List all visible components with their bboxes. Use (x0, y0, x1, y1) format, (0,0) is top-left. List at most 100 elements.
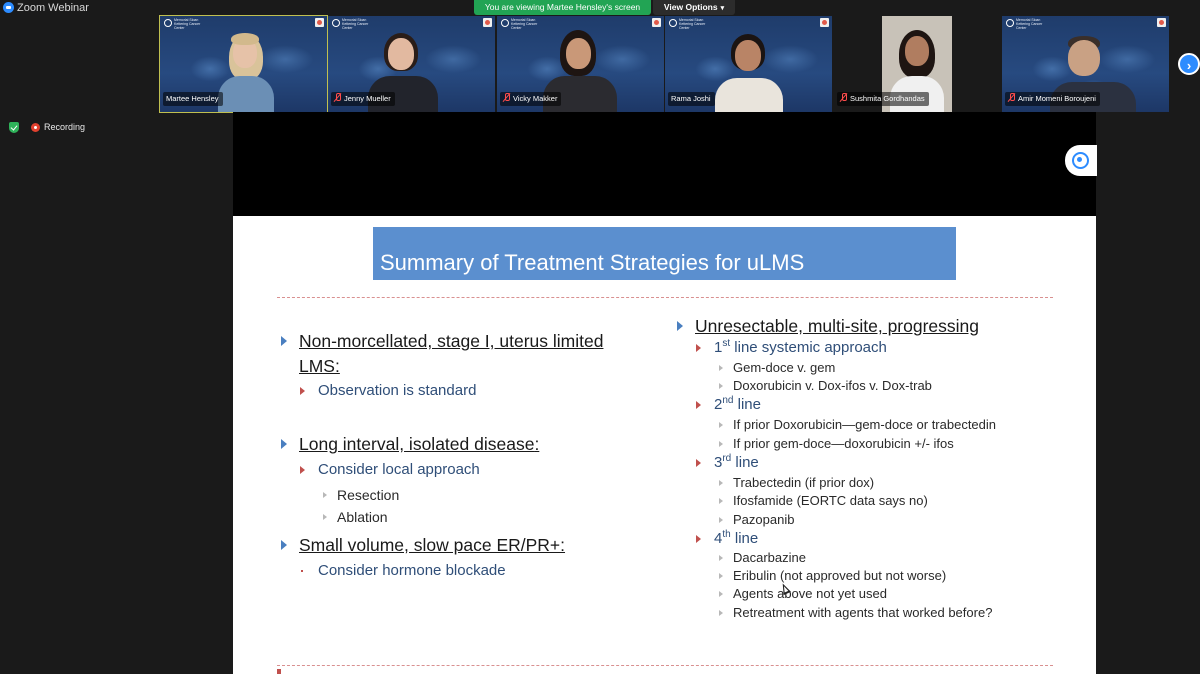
institution-logo-text: Memorial Sloan Kettering Cancer Center (679, 18, 706, 30)
bullet-arrow-icon (719, 591, 723, 597)
shared-screen-top (233, 112, 1096, 216)
participant-name: Vicky Makker (513, 94, 558, 103)
institution-logo-icon (1006, 19, 1014, 27)
item-retreatment: Retreatment with agents that worked befo… (719, 605, 992, 621)
bullet-arrow-icon (323, 514, 327, 520)
participant-name: Jenny Mueller (344, 94, 391, 103)
bullet-arrow-icon (719, 422, 723, 428)
screen-share-banner: You are viewing Martee Hensley's screen (474, 0, 651, 15)
sub-bullet-hormone-blockade: Consider hormone blockade (301, 562, 506, 580)
item-doxorubicin: Doxorubicin v. Dox-ifos v. Dox-trab (719, 378, 932, 394)
recording-label: Recording (44, 122, 86, 132)
bullet-arrow-icon (300, 387, 305, 395)
bullet-arrow-icon (677, 321, 683, 331)
item-prior-doxorubicin: If prior Doxorubicin—gem-doce or trabect… (719, 417, 996, 433)
video-tile-sushmita-gordhandas[interactable]: Sushmita Gordhandas (834, 16, 1001, 112)
sub-bullet-local-approach: Consider local approach (300, 461, 480, 479)
institution-logo-icon (501, 19, 509, 27)
bullet-dot-icon (301, 570, 303, 572)
institution-logo-text: Memorial Sloan Kettering Cancer Center (174, 18, 201, 30)
recording-icon (31, 123, 40, 132)
item-prior-gem-doce: If prior gem-doce—doxorubicin +/- ifos (719, 436, 954, 452)
bullet-arrow-icon (300, 466, 305, 474)
chevron-right-icon: › (1186, 58, 1192, 73)
bullet-arrow-icon (281, 439, 287, 449)
institution-logo-text: Memorial Sloan Kettering Cancer Center (511, 18, 538, 30)
shield-check-icon[interactable] (9, 122, 19, 133)
sub-bullet-observation: Observation is standard (300, 382, 476, 400)
view-options-button[interactable]: View Options ▾ (653, 0, 735, 15)
institution-logo-text: Memorial Sloan Kettering Cancer Center (1016, 18, 1043, 30)
video-tile-vicky-makker[interactable]: Memorial Sloan Kettering Cancer Center V… (497, 16, 664, 112)
item-ifosfamide: Ifosfamide (EORTC data says no) (719, 493, 928, 509)
institution-logo-icon (332, 19, 340, 27)
participant-name-tag: Rama Joshi (668, 92, 715, 106)
gallery-next-button[interactable]: › (1178, 53, 1200, 75)
participant-name: Martee Hensley (166, 94, 219, 103)
badge-icon (820, 18, 829, 27)
institution-logo-icon (164, 19, 172, 27)
annotate-float-button[interactable] (1065, 145, 1097, 176)
item-agents-not-used: Agents above not yet used (719, 586, 887, 602)
sub-bullet-fourth-line: 4th line (696, 530, 758, 548)
chevron-down-icon: ▾ (720, 5, 725, 12)
bullet-arrow-icon (281, 336, 287, 346)
slide-title: Summary of Treatment Strategies for uLMS (373, 227, 956, 280)
video-tile-jenny-mueller[interactable]: Memorial Sloan Kettering Cancer Center J… (328, 16, 495, 112)
bullet-arrow-icon (719, 441, 723, 447)
mic-muted-icon (334, 93, 341, 102)
zoom-logo-icon (3, 2, 14, 13)
participant-name: Sushmita Gordhandas (850, 94, 925, 103)
bullet-arrow-icon (696, 459, 701, 467)
sub-bullet-third-line: 3rd line (696, 454, 759, 472)
participant-name-tag: Vicky Makker (500, 92, 562, 106)
bullet-arrow-icon (719, 517, 723, 523)
institution-logo-text: Memorial Sloan Kettering Cancer Center (342, 18, 369, 30)
participant-name: Rama Joshi (671, 94, 711, 103)
participant-name: Amir Momeni Boroujeni (1018, 94, 1096, 103)
view-options-label: View Options (663, 2, 718, 12)
item-trabectedin: Trabectedin (if prior dox) (719, 475, 874, 491)
slide-divider-bottom (277, 665, 1053, 674)
sub-bullet-first-line: 1st line systemic approach (696, 339, 887, 357)
badge-icon (483, 18, 492, 27)
bullet-non-morcellated: Non-morcellated, stage I, uterus limited (281, 330, 603, 352)
badge-icon (315, 18, 324, 27)
bullet-arrow-icon (719, 498, 723, 504)
zoom-webinar-window: Zoom Webinar You are viewing Martee Hens… (0, 0, 1200, 674)
item-dacarbazine: Dacarbazine (719, 550, 806, 566)
slide-divider-top (277, 297, 1053, 298)
item-pazopanib: Pazopanib (719, 512, 794, 528)
badge-icon (1157, 18, 1166, 27)
bullet-arrow-icon (719, 480, 723, 486)
badge-icon (652, 18, 661, 27)
bullet-arrow-icon (719, 365, 723, 371)
bullet-unresectable: Unresectable, multi-site, progressing (677, 315, 979, 337)
bullet-arrow-icon (281, 540, 287, 550)
video-tile-rama-joshi[interactable]: Memorial Sloan Kettering Cancer Center R… (665, 16, 832, 112)
item-ablation: Ablation (323, 509, 388, 525)
participant-name-tag: Jenny Mueller (331, 92, 395, 106)
app-title: Zoom Webinar (17, 2, 89, 14)
bullet-arrow-icon (719, 573, 723, 579)
video-tile-martee-hensley[interactable]: Memorial Sloan Kettering Cancer Center M… (159, 15, 328, 113)
mic-muted-icon (840, 93, 847, 102)
sub-bullet-second-line: 2nd line (696, 396, 761, 414)
bullet-arrow-icon (696, 401, 701, 409)
bullet-arrow-icon (719, 383, 723, 389)
bullet-arrow-icon (696, 344, 701, 352)
item-resection: Resection (323, 487, 399, 503)
shared-slide: Summary of Treatment Strategies for uLMS… (233, 216, 1096, 674)
participant-name-tag: Sushmita Gordhandas (837, 92, 929, 106)
bullet-arrow-icon (323, 492, 327, 498)
participant-name-tag: Martee Hensley (163, 92, 223, 106)
bullet-long-interval: Long interval, isolated disease: (281, 433, 539, 455)
bullet-small-volume: Small volume, slow pace ER/PR+: (281, 534, 565, 556)
bullet-non-morcellated-cont: LMS: (299, 356, 340, 376)
item-gem-doce: Gem-doce v. gem (719, 360, 835, 376)
mic-muted-icon (1008, 93, 1015, 102)
institution-logo-icon (669, 19, 677, 27)
bullet-arrow-icon (696, 535, 701, 543)
video-tile-amir-momeni-boroujeni[interactable]: Memorial Sloan Kettering Cancer Center A… (1002, 16, 1169, 112)
item-eribulin: Eribulin (not approved but not worse) (719, 568, 946, 584)
